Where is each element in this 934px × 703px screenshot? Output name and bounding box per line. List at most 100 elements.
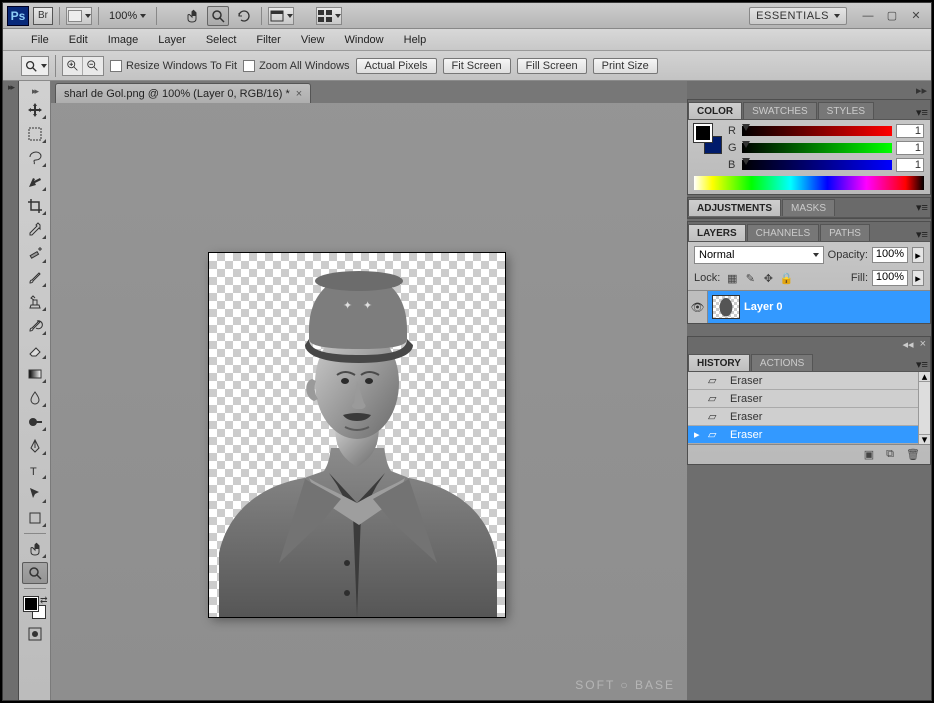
window-close-button[interactable]: ✕: [909, 9, 923, 23]
layer-visibility-toggle[interactable]: 👁: [688, 291, 708, 323]
print-size-button[interactable]: Print Size: [593, 58, 658, 74]
arrange-documents-grid-button[interactable]: [316, 7, 342, 25]
tab-channels[interactable]: CHANNELS: [747, 224, 819, 241]
crop-tool[interactable]: [22, 195, 48, 217]
layer-row[interactable]: 👁 Layer 0: [688, 291, 930, 323]
menu-edit[interactable]: Edit: [59, 29, 98, 50]
resize-windows-checkbox-wrap[interactable]: Resize Windows To Fit: [110, 60, 237, 72]
tab-swatches[interactable]: SWATCHES: [743, 102, 817, 119]
b-slider[interactable]: [742, 160, 892, 170]
actual-pixels-button[interactable]: Actual Pixels: [356, 58, 437, 74]
panel-close-icon[interactable]: ×: [920, 338, 926, 351]
bridge-launch-button[interactable]: Br: [33, 7, 53, 25]
dock-collapse-icon[interactable]: ▸▸: [687, 81, 931, 99]
zoom-out-button[interactable]: [83, 57, 103, 75]
zoom-tool-quick[interactable]: [207, 6, 229, 26]
shape-tool[interactable]: [22, 507, 48, 529]
lock-pixels-icon[interactable]: ✎: [742, 271, 758, 285]
gradient-tool[interactable]: [22, 363, 48, 385]
opacity-input[interactable]: 100%: [872, 247, 908, 263]
panel-menu-icon[interactable]: ▾≡: [914, 201, 930, 214]
fit-screen-button[interactable]: Fit Screen: [443, 58, 511, 74]
layer-name[interactable]: Layer 0: [744, 301, 783, 313]
brush-tool[interactable]: [22, 267, 48, 289]
panel-collapse-icon[interactable]: ◂◂: [903, 338, 914, 351]
blur-tool[interactable]: [22, 387, 48, 409]
hand-tool[interactable]: [22, 538, 48, 560]
fill-flyout-icon[interactable]: ▸: [912, 270, 924, 286]
quick-mask-toggle[interactable]: [22, 623, 48, 645]
zoom-all-checkbox-wrap[interactable]: Zoom All Windows: [243, 60, 349, 72]
tab-paths[interactable]: PATHS: [820, 224, 870, 241]
delete-state-icon[interactable]: 🗑: [906, 448, 920, 461]
g-value-input[interactable]: 1: [896, 141, 924, 155]
healing-brush-tool[interactable]: [22, 243, 48, 265]
screen-mode-button[interactable]: [268, 7, 294, 25]
history-row[interactable]: ▱ Eraser: [688, 390, 918, 408]
opacity-flyout-icon[interactable]: ▸: [912, 247, 924, 263]
new-document-from-state-icon[interactable]: ⧉: [886, 448, 894, 461]
close-tab-icon[interactable]: ×: [296, 88, 302, 100]
clone-stamp-tool[interactable]: [22, 291, 48, 313]
rotate-view-quick[interactable]: [233, 6, 255, 26]
g-slider[interactable]: [742, 143, 892, 153]
color-panel-swatches[interactable]: [694, 124, 722, 154]
lock-transparency-icon[interactable]: ▦: [724, 271, 740, 285]
type-tool[interactable]: T: [22, 459, 48, 481]
path-selection-tool[interactable]: [22, 483, 48, 505]
scrollbar[interactable]: ▴ ▾: [918, 372, 930, 444]
lock-all-icon[interactable]: 🔒: [778, 271, 794, 285]
menu-filter[interactable]: Filter: [246, 29, 290, 50]
current-tool-indicator[interactable]: [21, 56, 49, 76]
lasso-tool[interactable]: [22, 147, 48, 169]
swap-colors-icon[interactable]: ⇄: [40, 595, 48, 606]
tab-layers[interactable]: LAYERS: [688, 224, 746, 241]
document-canvas[interactable]: ✦ ✦: [209, 253, 505, 617]
tab-styles[interactable]: STYLES: [818, 102, 874, 119]
foreground-background-colors[interactable]: ⇄: [22, 595, 48, 621]
menu-help[interactable]: Help: [394, 29, 437, 50]
r-slider[interactable]: [742, 126, 892, 136]
history-brush-tool[interactable]: [22, 315, 48, 337]
panel-menu-icon[interactable]: ▾≡: [914, 106, 930, 119]
menu-image[interactable]: Image: [98, 29, 149, 50]
fill-screen-button[interactable]: Fill Screen: [517, 58, 587, 74]
panel-menu-icon[interactable]: ▾≡: [914, 228, 930, 241]
menu-select[interactable]: Select: [196, 29, 247, 50]
quick-selection-tool[interactable]: [22, 171, 48, 193]
tab-masks[interactable]: MASKS: [782, 199, 835, 216]
eraser-tool[interactable]: [22, 339, 48, 361]
fill-input[interactable]: 100%: [872, 270, 908, 286]
window-maximize-button[interactable]: ▢: [885, 9, 899, 23]
pen-tool[interactable]: [22, 435, 48, 457]
document-tab[interactable]: sharl de Gol.png @ 100% (Layer 0, RGB/16…: [55, 83, 311, 103]
menu-window[interactable]: Window: [335, 29, 394, 50]
toolbox-collapse-icon[interactable]: ▸▸: [32, 85, 37, 97]
menu-file[interactable]: File: [21, 29, 59, 50]
tab-color[interactable]: COLOR: [688, 102, 742, 119]
workspace-switcher[interactable]: ESSENTIALS: [749, 7, 847, 25]
layer-thumbnail[interactable]: [712, 295, 740, 319]
zoom-in-button[interactable]: [63, 57, 83, 75]
menu-view[interactable]: View: [291, 29, 335, 50]
tab-adjustments[interactable]: ADJUSTMENTS: [688, 199, 781, 216]
hand-tool-quick[interactable]: [181, 6, 203, 26]
lock-position-icon[interactable]: ✥: [760, 271, 776, 285]
window-minimize-button[interactable]: —: [861, 9, 875, 23]
panel-foreground-swatch[interactable]: [694, 124, 712, 142]
blend-mode-select[interactable]: Normal: [694, 246, 824, 264]
history-row-current[interactable]: ▸▱ Eraser: [688, 426, 918, 444]
dodge-tool[interactable]: [22, 411, 48, 433]
move-tool[interactable]: [22, 99, 48, 121]
r-value-input[interactable]: 1: [896, 124, 924, 138]
history-row[interactable]: ▱ Eraser: [688, 372, 918, 390]
arrange-documents-button[interactable]: [66, 7, 92, 25]
b-value-input[interactable]: 1: [896, 158, 924, 172]
foreground-color-swatch[interactable]: [24, 597, 38, 611]
history-row[interactable]: ▱ Eraser: [688, 408, 918, 426]
new-snapshot-icon[interactable]: ▣: [864, 448, 874, 461]
zoom-tool[interactable]: [22, 562, 48, 584]
marquee-tool[interactable]: [22, 123, 48, 145]
dock-expand-icon[interactable]: ▸▸: [8, 81, 13, 93]
canvas-viewport[interactable]: ✦ ✦: [51, 103, 687, 700]
